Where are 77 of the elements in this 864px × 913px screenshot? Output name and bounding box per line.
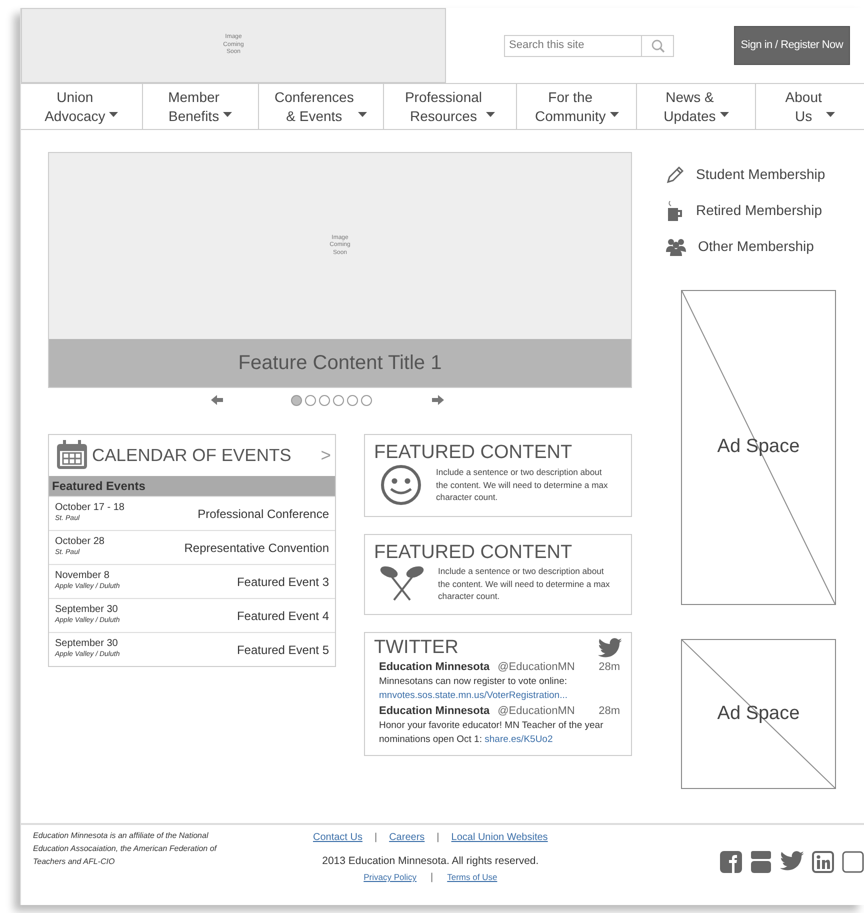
carousel-dot[interactable] <box>319 394 330 406</box>
event-date: October 17 - 18 <box>55 502 124 514</box>
calendar-icon <box>56 440 88 470</box>
card-title: FEATURED CONTENT <box>374 542 574 564</box>
carousel-dot[interactable] <box>347 394 358 406</box>
tweet-text: Minnesotans can now register to vote online: mnvotes.sos.state.mn.us/VoterRegistration... <box>379 675 569 703</box>
footer-link[interactable]: Privacy Policy <box>364 870 417 884</box>
nav-menu-item[interactable]: For the Community <box>517 84 638 129</box>
carousel-dot[interactable] <box>333 394 344 406</box>
bird-icon[interactable] <box>780 851 804 874</box>
previous-arrow-icon[interactable] <box>211 395 223 405</box>
event-title[interactable]: Featured Event 4 <box>236 606 329 624</box>
calendar-title: CALENDAR OF EVENTS <box>92 444 292 467</box>
card-title: FEATURED CONTENT <box>374 443 574 464</box>
event-title[interactable]: Featured Event 5 <box>236 640 329 658</box>
footer-link[interactable]: Terms of Use <box>447 870 498 884</box>
next-arrow-icon[interactable] <box>432 395 444 405</box>
search-field[interactable]: Search this site <box>504 34 642 56</box>
section-header: Featured Events <box>49 476 335 496</box>
mug-icon <box>666 200 684 220</box>
event-title[interactable]: Featured Event 3 <box>236 572 329 590</box>
tweet-author[interactable]: Education Minnesota <box>379 702 490 720</box>
footer-link[interactable]: Local Union Websites <box>451 830 548 845</box>
nav-menu-item[interactable]: Professional Resources <box>384 84 518 129</box>
event-title[interactable]: Professional Conference <box>198 504 329 522</box>
caret-icon <box>358 112 367 117</box>
caret-icon <box>223 112 232 117</box>
caret-icon <box>109 112 118 117</box>
linkedin-icon[interactable] <box>812 851 834 874</box>
sign-in-button[interactable]: Sign in / Register Now <box>734 26 850 65</box>
caret-icon <box>610 112 619 117</box>
tweet-link[interactable]: mnvotes.sos.state.mn.us/VoterRegistration... <box>379 690 568 701</box>
separator: | <box>430 870 434 885</box>
search-icon <box>650 38 664 52</box>
event-date: September 30 <box>55 604 119 616</box>
tweet-link[interactable]: share.es/K5Uo2 <box>484 734 553 745</box>
footer-link[interactable]: Contact Us <box>313 830 362 845</box>
carousel-dot[interactable] <box>361 394 372 406</box>
slide-caption: Feature Content Title 1 <box>49 339 631 387</box>
carousel-dot[interactable] <box>291 394 302 406</box>
people-icon <box>666 238 686 256</box>
tweet-time: 28m <box>598 660 620 675</box>
tweet-handle[interactable]: @EducationMN <box>498 658 575 676</box>
carousel-dot[interactable] <box>305 394 316 406</box>
tweet-text: Honor your favorite educator! MN Teacher of the year nominations open Oct 1: share.es/K5Uo2 <box>379 719 604 747</box>
bird-icon <box>598 638 622 658</box>
separator: | <box>374 831 378 845</box>
event-date: November 8 <box>55 570 110 582</box>
card-description: Include a sentence or two description about the content. We will need to determine a max character count. <box>436 466 608 504</box>
pencil-icon <box>666 166 684 184</box>
nav-menu-item[interactable]: Conferences & Events <box>258 84 384 129</box>
tweet-author[interactable]: Education Minnesota <box>379 658 490 676</box>
card-title: TWITTER <box>374 638 458 659</box>
card-description: Include a sentence or two description about the content. We will need to determine a max character count. <box>438 565 610 602</box>
membership-link[interactable]: Other Membership <box>698 236 814 257</box>
nav-menu-item[interactable]: About Us <box>756 84 864 129</box>
footer-link[interactable]: Careers <box>389 830 425 845</box>
copyright-text: 2013 Education Minnesota. All rights reserved. <box>322 854 539 869</box>
tweet-handle[interactable]: @EducationMN <box>498 702 575 720</box>
affiliation-text: Education Minnesota is an affiliate of the National Education Assocaiation, the American Federation of Teachers and AFL-CIO <box>33 830 218 868</box>
membership-link[interactable]: Student Membership <box>696 164 826 185</box>
event-date: September 30 <box>55 638 119 650</box>
caret-icon <box>720 112 729 117</box>
smiley-icon <box>380 464 422 506</box>
event-title[interactable]: Representative Convention <box>184 538 329 556</box>
square-icon[interactable] <box>842 851 864 874</box>
membership-link[interactable]: Retired Membership <box>696 200 822 221</box>
separator: | <box>436 831 440 845</box>
tweet-time: 28m <box>598 704 620 719</box>
caret-icon <box>826 112 835 117</box>
facebook-icon[interactable] <box>720 851 742 874</box>
search-button[interactable] <box>642 34 674 56</box>
caret-icon <box>486 112 496 117</box>
event-date: October 28 <box>55 536 104 548</box>
nav-menu-item[interactable]: News & Updates <box>637 84 756 129</box>
nav-menu-item[interactable]: Union Advocacy <box>21 84 143 129</box>
nav-menu-item[interactable]: Member Benefits <box>142 84 259 129</box>
